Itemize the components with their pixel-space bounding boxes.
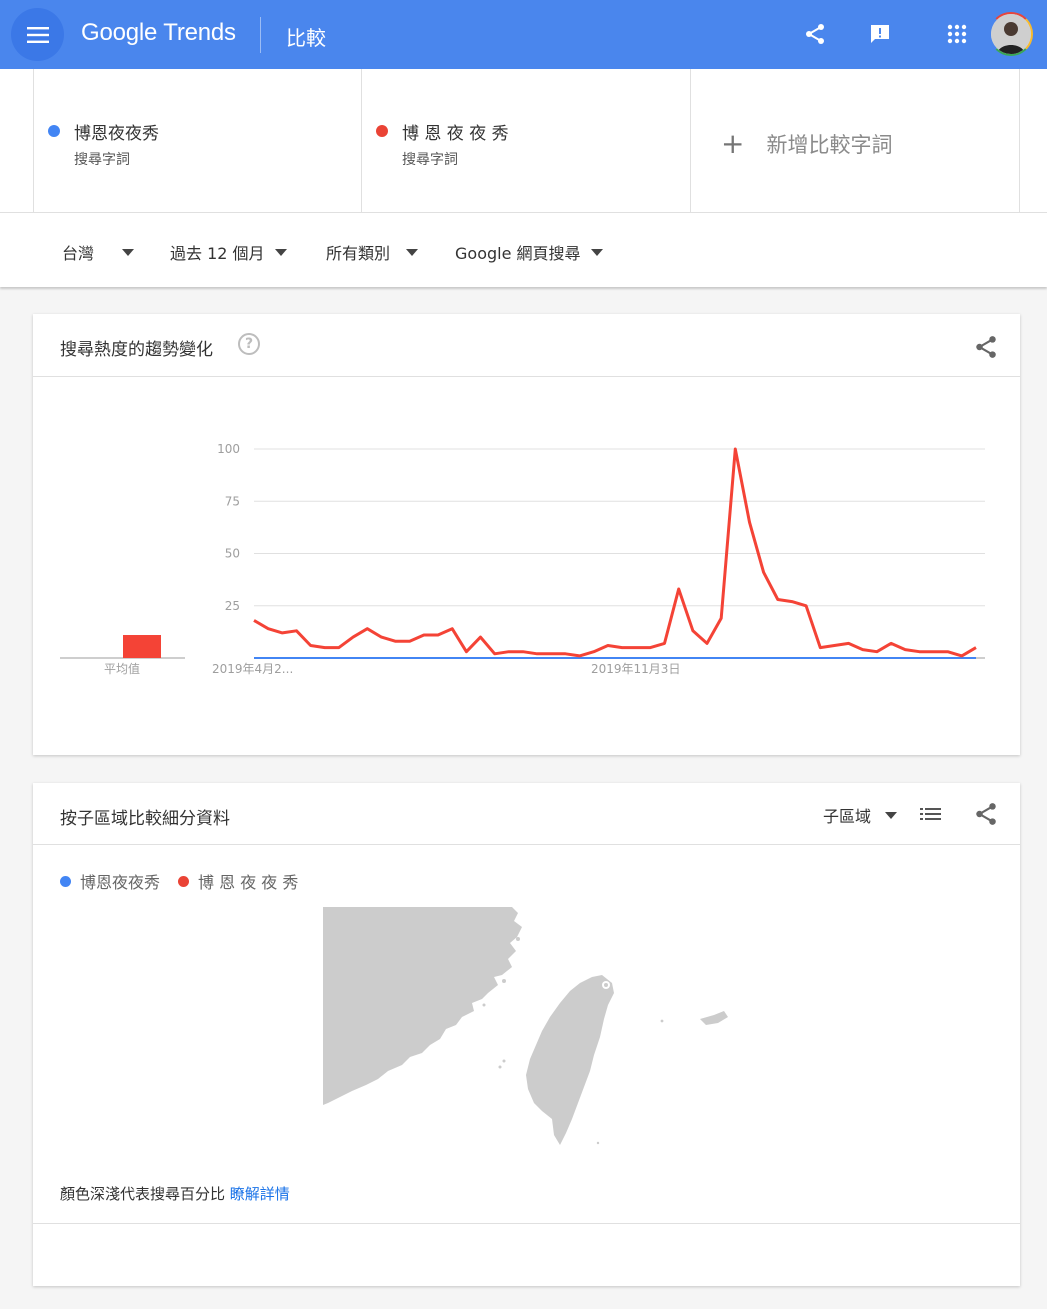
region-filter-value: 台灣 [62, 244, 95, 263]
average-bars [60, 635, 185, 659]
island-shape [502, 1059, 506, 1063]
time-filter[interactable]: 過去 12 個月 [170, 240, 287, 264]
dropdown-caret-icon [885, 811, 898, 819]
search-type-filter-value: Google 網頁搜尋 [455, 244, 581, 263]
y-tick-label: 75 [225, 494, 240, 508]
dropdown-caret-icon [406, 248, 419, 256]
help-icon[interactable]: ? [238, 333, 260, 355]
search-type-filter[interactable]: Google 網頁搜尋 [455, 240, 603, 264]
region-legend: 博恩夜夜秀 博 恩 夜 夜 秀 [60, 869, 298, 893]
island-shape [482, 1003, 486, 1007]
legend-label: 博恩夜夜秀 [80, 873, 161, 892]
share-button[interactable] [973, 801, 999, 831]
share-icon [976, 803, 996, 825]
x-tick-label: 2019年11月3日 [591, 662, 680, 676]
y-tick-label: 50 [225, 547, 240, 561]
dropdown-caret-icon [122, 248, 135, 256]
term-name: 博 恩 夜 夜 秀 [402, 124, 509, 144]
header-divider [260, 17, 261, 53]
share-button[interactable] [973, 334, 999, 364]
term-color-dot [376, 125, 388, 137]
legend-item: 博恩夜夜秀 [60, 869, 160, 893]
term-color-dot [48, 125, 60, 137]
category-filter[interactable]: 所有類別 [326, 240, 419, 264]
x-axis-labels: 2019年4月2... 2019年11月3日 [212, 662, 680, 676]
add-term-label: 新增比較字詞 [766, 133, 893, 157]
add-term-card[interactable]: + 新增比較字詞 [690, 69, 1020, 213]
account-avatar[interactable] [989, 12, 1033, 56]
term-card-1[interactable]: 博恩夜夜秀 搜尋字詞 [33, 69, 362, 213]
legend-dot [60, 875, 71, 887]
term-type: 搜尋字詞 [74, 152, 130, 168]
region-breakdown-card: 按子區域比較細分資料 子區域 博恩夜夜秀 博 恩 夜 夜 秀 顏色深淺代表搜尋百… [33, 783, 1020, 1286]
plus-icon: + [721, 127, 745, 160]
menu-button[interactable] [11, 8, 64, 61]
avatar-image [991, 14, 1031, 54]
header-share-button[interactable] [798, 17, 832, 51]
x-tick-label: 2019年4月2... [212, 662, 293, 676]
island-shape [498, 1065, 502, 1069]
average-bar [123, 635, 161, 658]
top-app-bar: Google Trends 比較 [0, 0, 1047, 69]
google-trends-logo[interactable]: Google Trends [81, 19, 236, 47]
legend-label: 博 恩 夜 夜 秀 [198, 873, 299, 892]
dropdown-caret-icon [590, 248, 603, 256]
list-icon [920, 808, 941, 820]
island-shape [502, 979, 506, 983]
island-shape [516, 937, 520, 941]
add-term-button[interactable]: + 新增比較字詞 [721, 129, 892, 159]
taiwan-map-shape[interactable] [526, 975, 614, 1145]
interest-over-time-card: 搜尋熱度的趨勢變化 ? 25 50 75 100 平均值 2019年4月2... 201… [33, 314, 1020, 755]
menu-icon [26, 26, 49, 43]
term-card-2[interactable]: 博 恩 夜 夜 秀 搜尋字詞 [361, 69, 691, 213]
island-shape [596, 1141, 600, 1145]
apps-button[interactable] [940, 17, 974, 51]
page-title: 比較 [286, 26, 326, 50]
card-title: 搜尋熱度的趨勢變化 [60, 340, 213, 360]
legend-item: 博 恩 夜 夜 秀 [178, 869, 298, 893]
sub-region-label: 子區域 [823, 807, 872, 826]
category-filter-value: 所有類別 [326, 244, 391, 263]
dropdown-caret-icon [274, 248, 287, 256]
feedback-button[interactable] [863, 17, 897, 51]
region-map[interactable] [322, 907, 742, 1152]
card-divider [33, 1223, 1020, 1224]
y-tick-label: 100 [217, 442, 240, 456]
average-label: 平均值 [104, 661, 140, 676]
time-filter-value: 過去 12 個月 [170, 244, 265, 263]
mainland-china-map-shape [323, 907, 522, 1105]
taipei-marker-inner [604, 983, 608, 987]
logo-google-text: Google [81, 19, 158, 46]
logo-trends-text: Trends [163, 19, 236, 46]
region-filter[interactable]: 台灣 [62, 240, 135, 264]
interest-line-chart: 25 50 75 100 平均值 2019年4月2... 2019年11月3日 [60, 442, 985, 676]
card-header: 按子區域比較細分資料 子區域 [33, 783, 1020, 845]
share-icon [806, 24, 824, 44]
list-view-button[interactable] [920, 805, 942, 827]
term-name: 博恩夜夜秀 [74, 124, 159, 144]
island-shape [700, 1011, 728, 1025]
compare-terms-bar: 博恩夜夜秀 搜尋字詞 博 恩 夜 夜 秀 搜尋字詞 + 新增比較字詞 [0, 69, 1047, 213]
y-tick-label: 25 [225, 599, 240, 613]
share-icon [976, 336, 996, 358]
series-line-red [253, 447, 977, 658]
sub-region-dropdown[interactable]: 子區域 [823, 803, 898, 827]
legend-dot [178, 875, 190, 887]
card-header: 搜尋熱度的趨勢變化 ? [33, 314, 1020, 377]
chart-gridlines: 25 50 75 100 [217, 442, 985, 659]
card-title: 按子區域比較細分資料 [60, 809, 230, 829]
feedback-icon [871, 25, 889, 43]
island-shape [660, 1019, 664, 1023]
filter-bar: 台灣 過去 12 個月 所有類別 Google 網頁搜尋 [0, 213, 1047, 287]
shade-note: 顏色深淺代表搜尋百分比 瞭解詳情 [60, 1183, 290, 1204]
shade-note-text: 顏色深淺代表搜尋百分比 [60, 1185, 226, 1203]
learn-more-link[interactable]: 瞭解詳情 [230, 1185, 290, 1203]
apps-icon [947, 24, 967, 44]
term-type: 搜尋字詞 [402, 152, 458, 168]
